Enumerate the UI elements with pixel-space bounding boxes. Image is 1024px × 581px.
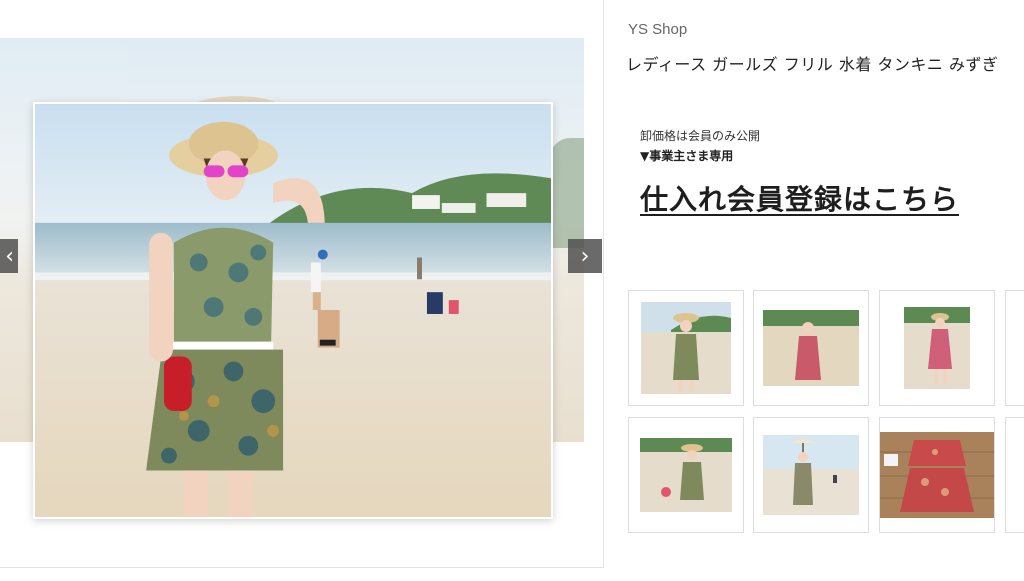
thumbnail-image <box>904 307 970 389</box>
main-product-photo[interactable] <box>33 102 553 519</box>
product-title: レディース ガールズ フリル 水着 タンキニ みずぎ <box>626 55 999 74</box>
wholesale-price-note: 卸価格は会員のみ公開 <box>640 129 761 143</box>
thumbnail-image <box>880 432 994 518</box>
chevron-left-icon: ‹ <box>5 243 14 269</box>
thumbnail-image <box>763 310 859 386</box>
product-info-panel: YS Shop レディース ガールズ フリル 水着 タンキニ みずぎ 卸価格は会… <box>605 0 1024 581</box>
background-trees-shape <box>550 138 584 248</box>
product-gallery: ‹ › <box>0 0 604 568</box>
thumb-umbrella[interactable] <box>753 417 869 533</box>
member-register-link[interactable]: 仕入れ会員登録はこちら <box>640 178 959 218</box>
thumb-flatlay-red[interactable] <box>879 417 995 533</box>
chevron-right-icon: › <box>580 243 590 269</box>
thumb-beach-hat-pose[interactable] <box>628 290 744 406</box>
thumbnail-image <box>641 302 731 394</box>
thumb-partial-1[interactable] <box>1005 290 1024 406</box>
next-slide-button[interactable]: › <box>568 239 602 273</box>
prev-slide-button[interactable]: ‹ <box>0 239 18 273</box>
business-only-label: ▼事業主さま専用 <box>640 149 734 163</box>
beach-swimwear-photo <box>35 104 551 517</box>
thumbnail-image <box>763 435 859 515</box>
thumb-partial-2[interactable] <box>1005 417 1024 533</box>
thumb-red-dress[interactable] <box>753 290 869 406</box>
shop-name[interactable]: YS Shop <box>628 21 687 38</box>
thumb-beach-flowers[interactable] <box>628 417 744 533</box>
thumbnail-image <box>640 438 732 512</box>
thumb-red-dress-walk[interactable] <box>879 290 995 406</box>
